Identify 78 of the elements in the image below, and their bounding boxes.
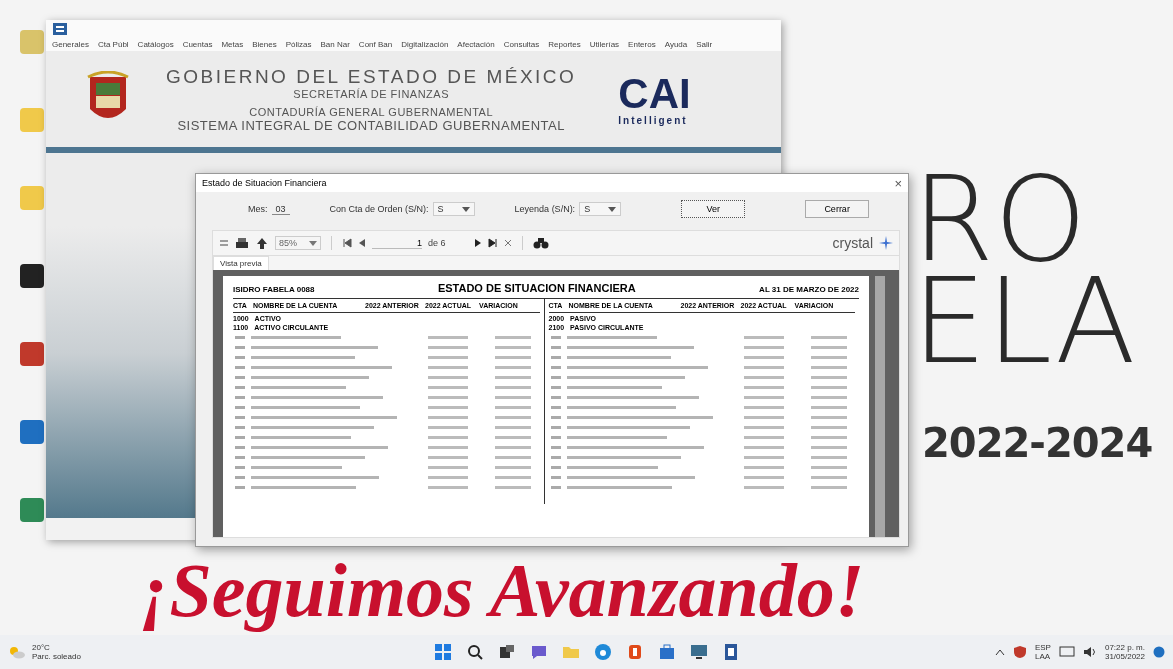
caret-icon xyxy=(461,206,470,212)
first-page-icon[interactable] xyxy=(342,238,352,248)
dropdown-field[interactable]: S xyxy=(579,202,622,216)
menu-item[interactable]: Consultas xyxy=(503,40,540,49)
dropdown-field[interactable]: S xyxy=(432,202,475,216)
previous-page-icon[interactable] xyxy=(358,238,366,248)
month-input-field[interactable]: 03 xyxy=(271,203,290,215)
network-icon[interactable] xyxy=(1058,646,1075,658)
report-date: AL 31 DE MARZO DE 2022 xyxy=(759,285,859,294)
search-icon[interactable] xyxy=(465,643,484,661)
banner-title: GOBIERNO DEL ESTADO DE MÉXICO xyxy=(166,65,577,88)
close-button[interactable]: × xyxy=(894,175,902,191)
menu-item[interactable]: Salir xyxy=(696,40,713,49)
menu-item[interactable]: Catálogos xyxy=(137,40,174,49)
keyboard-layout: LAA xyxy=(1034,652,1051,661)
page-number-field[interactable]: 1 xyxy=(372,237,422,249)
sparkle-icon xyxy=(879,236,893,250)
weather-temperature: 20°C xyxy=(32,643,51,652)
wallpaper-slogan: ¡Seguimos Avanzando! xyxy=(140,548,865,632)
last-page-icon[interactable] xyxy=(488,238,498,248)
scrollbar[interactable] xyxy=(875,276,885,537)
menu-item[interactable]: Conf Ban xyxy=(358,40,393,49)
dialog-button[interactable]: Ver xyxy=(681,200,746,218)
caret-icon xyxy=(309,240,317,246)
zoom-dropdown[interactable]: 85% xyxy=(275,236,321,250)
menu-item[interactable]: Metas xyxy=(221,40,244,49)
menu-icon[interactable] xyxy=(219,238,229,248)
menu-item[interactable]: Afectación xyxy=(457,40,495,49)
binoculars-icon[interactable] xyxy=(533,237,549,249)
store-icon[interactable] xyxy=(657,643,676,661)
page-count: de 6 xyxy=(428,238,447,248)
dialog-button[interactable]: Cerrar xyxy=(805,200,870,218)
menu-item[interactable]: Utilerías xyxy=(589,40,620,49)
menu-item[interactable]: Cuentas xyxy=(182,40,213,49)
language-indicator[interactable]: ESP xyxy=(1034,643,1051,652)
browser-icon[interactable] xyxy=(593,643,612,661)
wallpaper-years: 2022-2024 xyxy=(922,420,1153,466)
menu-item[interactable]: Digitalización xyxy=(401,40,449,49)
menu-item[interactable]: Cta Públ xyxy=(97,40,129,49)
dialog-title: Estado de Situacion Financiera xyxy=(202,178,327,188)
menu-item[interactable]: Ban Nar xyxy=(320,40,350,49)
sun-cloud-icon xyxy=(8,645,26,659)
menu-item[interactable]: Enteros xyxy=(628,40,656,49)
menu-item[interactable]: Generales xyxy=(52,40,89,49)
export-icon[interactable] xyxy=(255,236,269,250)
banner-line: CONTADURÍA GENERAL GUBERNAMENTAL xyxy=(249,105,494,118)
brand-logo-text: crystal xyxy=(832,235,873,251)
menu-item[interactable]: Pólizas xyxy=(285,40,312,49)
logo-subtext: Intelligent xyxy=(618,114,689,126)
menu-item[interactable]: Ayuda xyxy=(664,40,688,49)
chevron-up-icon[interactable] xyxy=(994,648,1005,656)
chat-icon[interactable] xyxy=(529,643,548,661)
preview-tab[interactable]: Vista previa xyxy=(213,256,269,270)
notification-icon[interactable] xyxy=(1153,646,1165,658)
stop-icon[interactable] xyxy=(504,239,512,247)
start-icon[interactable] xyxy=(433,643,452,661)
clock-date[interactable]: 31/05/2022 xyxy=(1104,652,1145,661)
banner-line: SISTEMA INTEGRAL DE CONTABILIDAD GUBERNAMENTAL xyxy=(177,117,565,133)
clock-time[interactable]: 07:22 p. m. xyxy=(1104,643,1145,652)
report-title: ESTADO DE SITUACION FINANCIERA xyxy=(437,282,636,294)
field-label: Con Cta de Orden (S/N): xyxy=(329,204,429,214)
field-label: Mes: xyxy=(248,204,268,214)
print-icon[interactable] xyxy=(235,236,249,250)
next-page-icon[interactable] xyxy=(474,238,482,248)
report-entity: ISIDRO FABELA 0088 xyxy=(233,285,315,294)
caret-icon xyxy=(608,206,617,212)
menu-item[interactable]: Bienes xyxy=(252,40,277,49)
wallpaper-text: ELA xyxy=(912,262,1136,380)
menu-item[interactable]: Reportes xyxy=(548,40,581,49)
weather-text: Parc. soleado xyxy=(32,652,81,661)
shield-icon[interactable] xyxy=(1012,645,1027,659)
field-label: Leyenda (S/N): xyxy=(514,204,576,214)
logo-text: CAI xyxy=(618,72,691,115)
banner-subtitle: SECRETARÍA DE FINANZAS xyxy=(293,87,449,100)
speaker-icon[interactable] xyxy=(1082,646,1097,658)
task-view-icon[interactable] xyxy=(497,643,516,661)
monitor-icon[interactable] xyxy=(689,643,708,661)
desktop-app-icon[interactable] xyxy=(20,264,44,288)
